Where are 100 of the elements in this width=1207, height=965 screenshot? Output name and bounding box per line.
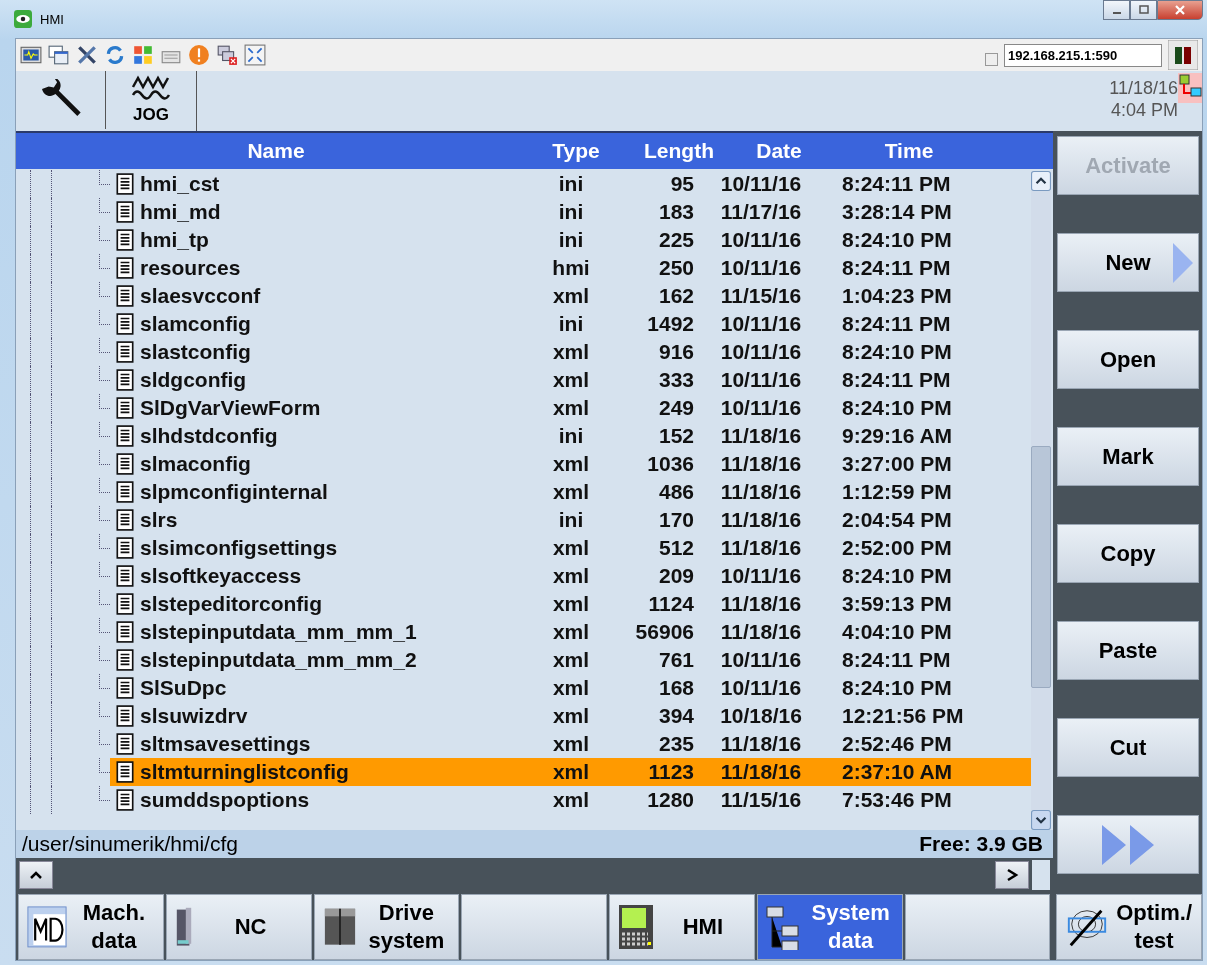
file-row[interactable]: hmi_md ini 183 11/17/16 3:28:14 PM [110, 198, 1031, 226]
file-row[interactable]: slastconfig xml 916 10/11/16 8:24:10 PM [110, 338, 1031, 366]
table-cell-text: 2:04:54 PM [841, 508, 953, 532]
softkey-button[interactable]: Mach. data [18, 894, 164, 960]
table-cell-text: ini [557, 424, 585, 448]
table-cell-text: 10/18/16 [719, 704, 803, 728]
file-row[interactable]: hmi_tp ini 225 10/11/16 8:24:10 PM [110, 226, 1031, 254]
file-name: SlSuDpc [139, 676, 228, 700]
md-icon [27, 906, 67, 948]
right-button[interactable] [995, 861, 1029, 889]
file-row[interactable]: sumddspoptions xml 1280 11/15/16 7:53:46 PM [110, 786, 1031, 814]
file-row[interactable]: sltmturninglistconfig xml 1123 11/18/16 2:37:10 AM [110, 758, 1031, 786]
table-cell-text: 1036 [646, 452, 694, 476]
minimize-button[interactable] [1103, 0, 1130, 20]
refresh-icon[interactable] [104, 44, 126, 66]
column-header: Date [755, 139, 803, 163]
file-name: slpmconfiginternal [139, 480, 329, 504]
table-cell-text: 333 [657, 368, 694, 392]
softkey-button[interactable]: NC [165, 894, 312, 960]
softkey-button[interactable]: Paste [1057, 621, 1199, 680]
table-cell-text: xml [551, 564, 591, 588]
checkbox[interactable] [985, 52, 998, 66]
table-cell-text: xml [551, 704, 591, 728]
table-cell-text: xml [551, 368, 591, 392]
file-row[interactable]: resources hmi 250 10/11/16 8:24:11 PM [110, 254, 1031, 282]
document-icon [116, 789, 134, 811]
table-cell-text: 95 [669, 172, 694, 196]
maximize-button[interactable] [1130, 0, 1157, 20]
scroll-down-button[interactable] [1031, 810, 1051, 830]
file-name: sltmturninglistconfig [139, 760, 350, 784]
table-cell-text: 916 [657, 340, 694, 364]
softkey-button[interactable]: Mark [1057, 427, 1199, 486]
file-row[interactable]: slamconfig ini 1492 10/11/16 8:24:11 PM [110, 310, 1031, 338]
document-icon [116, 733, 134, 755]
softkey-button[interactable]: Open [1057, 330, 1199, 389]
file-row[interactable]: slsimconfigsettings xml 512 11/18/16 2:52:00 PM [110, 534, 1031, 562]
close-button[interactable] [1157, 0, 1203, 20]
file-row[interactable]: hmi_cst ini 95 10/11/16 8:24:11 PM [110, 170, 1031, 198]
scroll-up-button[interactable] [1031, 171, 1051, 191]
file-row[interactable]: SlSuDpc xml 168 10/11/16 8:24:10 PM [110, 674, 1031, 702]
disconnect-icon[interactable] [216, 44, 238, 66]
windows-icon[interactable] [48, 44, 70, 66]
document-icon [116, 621, 134, 643]
close-icon [1174, 4, 1186, 16]
table-cell-text: ini [557, 508, 585, 532]
file-name: slastconfig [139, 340, 252, 364]
table-cell-text: 10/11/16 [719, 676, 803, 700]
warning-icon[interactable] [188, 44, 210, 66]
scrollbar[interactable] [1031, 171, 1051, 830]
table-cell-text: 8:24:10 PM [841, 564, 953, 588]
document-icon [116, 509, 134, 531]
monitor-icon[interactable] [20, 44, 42, 66]
status-icon[interactable] [1168, 40, 1198, 70]
softkey-button[interactable]: HMI [609, 894, 755, 960]
softkey-button[interactable]: New [1057, 233, 1199, 292]
fullscreen-icon[interactable] [244, 44, 266, 66]
file-row[interactable]: slaesvcconf xml 162 11/15/16 1:04:23 PM [110, 282, 1031, 310]
column-header: Type [551, 139, 601, 163]
file-name: sldgconfig [139, 368, 248, 392]
document-icon [116, 453, 134, 475]
file-name: hmi_tp [139, 228, 210, 252]
scrollbar-corner [1032, 860, 1050, 890]
file-row[interactable]: slmaconfig xml 1036 11/18/16 3:27:00 PM [110, 450, 1031, 478]
softkey-button[interactable]: Copy [1057, 524, 1199, 583]
file-row[interactable]: sltmsavesettings xml 235 11/18/16 2:52:46 PM [110, 730, 1031, 758]
document-icon [116, 341, 134, 363]
up-button[interactable] [19, 861, 53, 889]
document-icon [116, 397, 134, 419]
table-cell-text: xml [551, 340, 591, 364]
column-header: Length [643, 139, 714, 163]
softkey-button[interactable]: Optim./ test [1056, 894, 1202, 960]
table-cell-text: 250 [657, 256, 694, 280]
table-cell-text: 183 [657, 200, 694, 224]
file-row[interactable]: sldgconfig xml 333 10/11/16 8:24:11 PM [110, 366, 1031, 394]
table-cell-text: 1123 [647, 760, 694, 784]
table-cell-text: 10/11/16 [719, 256, 803, 280]
eye-icon [14, 10, 32, 28]
file-row[interactable]: slstepeditorconfig xml 1124 11/18/16 3:59:13 PM [110, 590, 1031, 618]
file-name: slsimconfigsettings [139, 536, 339, 560]
file-row[interactable]: slrs ini 170 11/18/16 2:04:54 PM [110, 506, 1031, 534]
file-row[interactable]: SlDgVarViewForm xml 249 10/11/16 8:24:10 PM [110, 394, 1031, 422]
file-row[interactable]: slsoftkeyaccess xml 209 10/11/16 8:24:10 PM [110, 562, 1031, 590]
table-cell-text: 162 [657, 284, 694, 308]
table-cell-text: 512 [657, 536, 694, 560]
softkey-button[interactable]: Drive system [313, 894, 460, 960]
address-field[interactable]: 192.168.215.1:590 [1004, 43, 1162, 67]
table-cell-text: 8:24:11 PM [841, 648, 952, 672]
table-cell-text: 11/18/16 [719, 480, 803, 504]
table-cell-text: xml [551, 536, 591, 560]
file-row[interactable]: slsuwizdrv xml 394 10/18/16 12:21:56 PM [110, 702, 1031, 730]
file-row[interactable]: slstepinputdata_mm_mm_1 xml 56906 11/18/16 4:04:10 PM [110, 618, 1031, 646]
file-row[interactable]: slpmconfiginternal xml 486 11/18/16 1:12:59 PM [110, 478, 1031, 506]
file-name: slhdstdconfig [139, 424, 279, 448]
softkey-button[interactable]: System data [756, 894, 903, 960]
file-name: slamconfig [139, 312, 252, 336]
softkey-button[interactable]: Cut [1057, 718, 1199, 777]
file-row[interactable]: slhdstdconfig ini 152 11/18/16 9:29:16 AM [110, 422, 1031, 450]
date-text: 11/18/16 [1109, 77, 1178, 99]
minimize-icon [1112, 12, 1121, 14]
file-row[interactable]: slstepinputdata_mm_mm_2 xml 761 10/11/16 8:24:11 PM [110, 646, 1031, 674]
